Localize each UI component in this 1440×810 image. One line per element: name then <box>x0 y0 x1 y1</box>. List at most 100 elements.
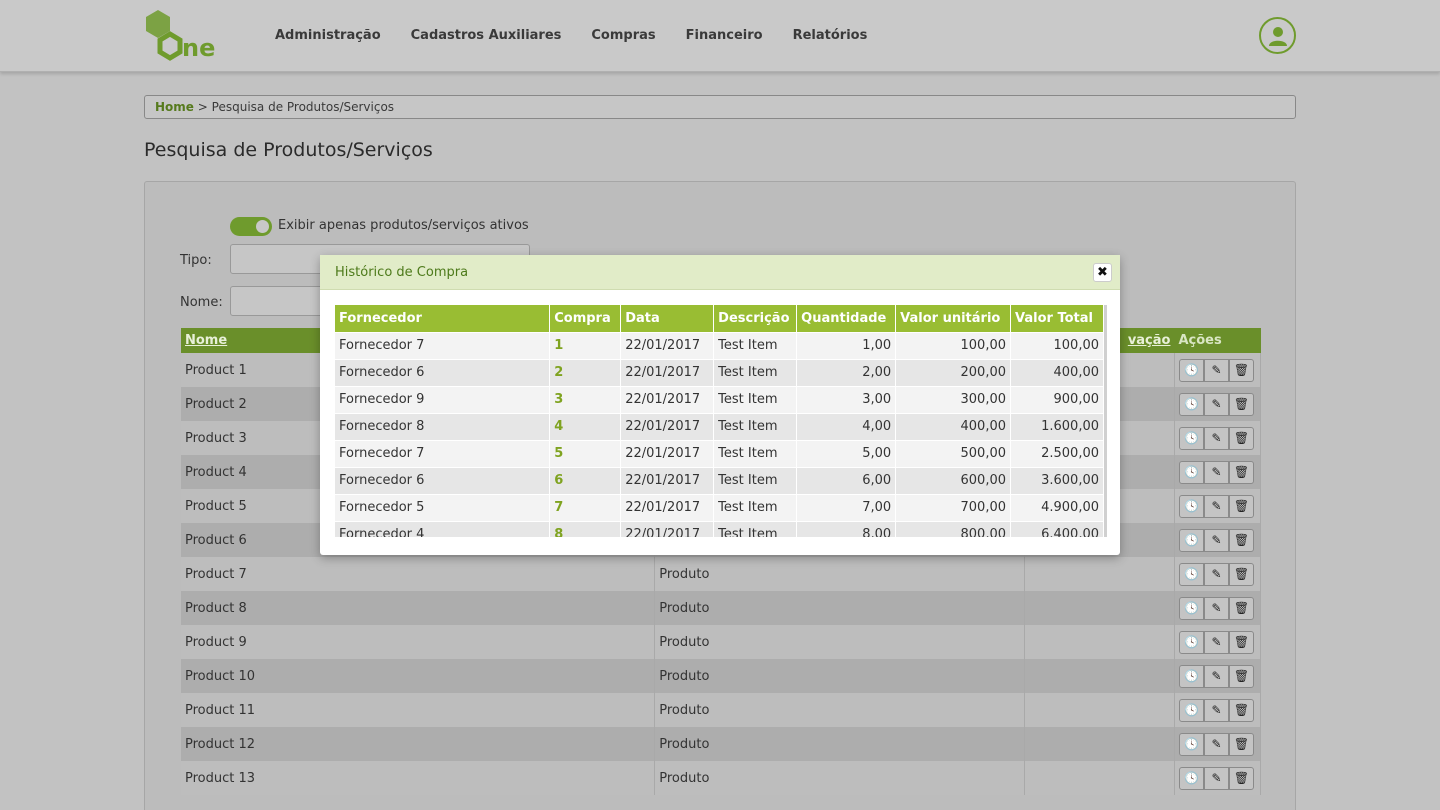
clock-icon[interactable]: 🕓 <box>1178 358 1204 382</box>
cell-tipo: Produto <box>654 727 1026 761</box>
cell-quantidade: 6,00 <box>796 466 897 494</box>
cell-compra[interactable]: 8 <box>549 520 622 537</box>
cell-quantidade: 8,00 <box>796 520 897 537</box>
trash-icon[interactable]: 🗑 <box>1228 460 1254 484</box>
clock-icon[interactable]: 🕓 <box>1178 766 1204 790</box>
cell-compra[interactable]: 6 <box>549 466 622 494</box>
pencil-icon[interactable]: ✎ <box>1203 766 1229 790</box>
table-row[interactable]: Product 13 Produto 🕓 ✎ 🗑 <box>181 761 1262 795</box>
trash-icon[interactable]: 🗑 <box>1228 766 1254 790</box>
table-row[interactable]: Product 8 Produto 🕓 ✎ 🗑 <box>181 591 1262 625</box>
cell-compra[interactable]: 7 <box>549 493 622 521</box>
cell-total: 100,00 <box>1010 331 1104 359</box>
cell-compra[interactable]: 1 <box>549 331 622 359</box>
clock-icon[interactable]: 🕓 <box>1178 664 1204 688</box>
cell-compra[interactable]: 4 <box>549 412 622 440</box>
pencil-icon[interactable]: ✎ <box>1203 630 1229 654</box>
pencil-icon[interactable]: ✎ <box>1203 562 1229 586</box>
breadcrumb-home[interactable]: Home <box>155 100 194 114</box>
cell-unitario: 700,00 <box>895 493 1012 521</box>
active-only-toggle[interactable] <box>230 217 272 236</box>
col-data: Data <box>620 305 715 332</box>
cell-acoes: 🕓 ✎ 🗑 <box>1174 625 1262 659</box>
pencil-icon[interactable]: ✎ <box>1203 698 1229 722</box>
cell-compra[interactable]: 2 <box>549 358 622 386</box>
nav-compras[interactable]: Compras <box>591 28 655 43</box>
table-row[interactable]: Product 7 Produto 🕓 ✎ 🗑 <box>181 557 1262 591</box>
pencil-icon[interactable]: ✎ <box>1203 358 1229 382</box>
clock-icon[interactable]: 🕓 <box>1178 528 1204 552</box>
clock-icon[interactable]: 🕓 <box>1178 562 1204 586</box>
pencil-icon[interactable]: ✎ <box>1203 664 1229 688</box>
top-navbar: ne Administração Cadastros Auxiliares Co… <box>0 0 1440 72</box>
cell-ativacao <box>1024 659 1175 693</box>
clock-icon[interactable]: 🕓 <box>1178 494 1204 518</box>
cell-descricao: Test Item <box>713 358 798 386</box>
cell-data: 22/01/2017 <box>620 493 715 521</box>
breadcrumb: Home > Pesquisa de Produtos/Serviços <box>144 95 1296 119</box>
cell-data: 22/01/2017 <box>620 520 715 537</box>
trash-icon[interactable]: 🗑 <box>1228 426 1254 450</box>
trash-icon[interactable]: 🗑 <box>1228 732 1254 756</box>
table-row: Fornecedor 8 4 22/01/2017 Test Item 4,00 400,… <box>335 412 1104 440</box>
clock-icon[interactable]: 🕓 <box>1178 392 1204 416</box>
row-actions: 🕓 ✎ 🗑 <box>1178 426 1256 450</box>
cell-data: 22/01/2017 <box>620 412 715 440</box>
table-row[interactable]: Product 9 Produto 🕓 ✎ 🗑 <box>181 625 1262 659</box>
table-row: Fornecedor 9 3 22/01/2017 Test Item 3,00 300,… <box>335 385 1104 413</box>
modal-body[interactable]: Fornecedor Compra Data Descrição Quantid… <box>335 305 1107 537</box>
trash-icon[interactable]: 🗑 <box>1228 392 1254 416</box>
trash-icon[interactable]: 🗑 <box>1228 494 1254 518</box>
cell-data: 22/01/2017 <box>620 358 715 386</box>
brand-logo[interactable]: ne <box>144 8 224 64</box>
pencil-icon[interactable]: ✎ <box>1203 732 1229 756</box>
nav-administracao[interactable]: Administração <box>275 28 381 43</box>
clock-icon[interactable]: 🕓 <box>1178 732 1204 756</box>
pencil-icon[interactable]: ✎ <box>1203 528 1229 552</box>
cell-compra[interactable]: 5 <box>549 439 622 467</box>
nav-financeiro[interactable]: Financeiro <box>686 28 763 43</box>
clock-icon[interactable]: 🕓 <box>1178 426 1204 450</box>
cell-fornecedor: Fornecedor 7 <box>335 331 551 359</box>
clock-icon[interactable]: 🕓 <box>1178 630 1204 654</box>
trash-icon[interactable]: 🗑 <box>1228 664 1254 688</box>
table-row: Fornecedor 7 1 22/01/2017 Test Item 1,00 100,… <box>335 331 1104 359</box>
user-avatar[interactable] <box>1259 17 1296 54</box>
trash-icon[interactable]: 🗑 <box>1228 528 1254 552</box>
cell-total: 900,00 <box>1010 385 1104 413</box>
nav-relatorios[interactable]: Relatórios <box>793 28 868 43</box>
cell-quantidade: 2,00 <box>796 358 897 386</box>
row-actions: 🕓 ✎ 🗑 <box>1178 528 1256 552</box>
table-row[interactable]: Product 10 Produto 🕓 ✎ 🗑 <box>181 659 1262 693</box>
cell-acoes: 🕓 ✎ 🗑 <box>1174 591 1262 625</box>
modal-header: Histórico de Compra <box>320 255 1120 290</box>
trash-icon[interactable]: 🗑 <box>1228 630 1254 654</box>
trash-icon[interactable]: 🗑 <box>1228 358 1254 382</box>
cell-unitario: 400,00 <box>895 412 1012 440</box>
table-row: Fornecedor 4 8 22/01/2017 Test Item 8,00 800,… <box>335 520 1104 537</box>
pencil-icon[interactable]: ✎ <box>1203 460 1229 484</box>
cell-total: 1.600,00 <box>1010 412 1104 440</box>
cell-tipo: Produto <box>654 625 1026 659</box>
cell-compra[interactable]: 3 <box>549 385 622 413</box>
table-row[interactable]: Product 12 Produto 🕓 ✎ 🗑 <box>181 727 1262 761</box>
close-icon[interactable]: ✖ <box>1093 263 1112 282</box>
col-descricao: Descrição <box>713 305 798 332</box>
clock-icon[interactable]: 🕓 <box>1178 596 1204 620</box>
clock-icon[interactable]: 🕓 <box>1178 460 1204 484</box>
cell-nome: Product 9 <box>181 625 656 659</box>
trash-icon[interactable]: 🗑 <box>1228 698 1254 722</box>
nav-cadastros-auxiliares[interactable]: Cadastros Auxiliares <box>411 28 562 43</box>
trash-icon[interactable]: 🗑 <box>1228 562 1254 586</box>
pencil-icon[interactable]: ✎ <box>1203 426 1229 450</box>
cell-ativacao <box>1024 625 1175 659</box>
pencil-icon[interactable]: ✎ <box>1203 494 1229 518</box>
pencil-icon[interactable]: ✎ <box>1203 596 1229 620</box>
table-row: Fornecedor 6 6 22/01/2017 Test Item 6,00 600,… <box>335 466 1104 494</box>
clock-icon[interactable]: 🕓 <box>1178 698 1204 722</box>
cell-fornecedor: Fornecedor 6 <box>335 358 551 386</box>
trash-icon[interactable]: 🗑 <box>1228 596 1254 620</box>
table-row[interactable]: Product 11 Produto 🕓 ✎ 🗑 <box>181 693 1262 727</box>
pencil-icon[interactable]: ✎ <box>1203 392 1229 416</box>
cell-tipo: Produto <box>654 557 1026 591</box>
